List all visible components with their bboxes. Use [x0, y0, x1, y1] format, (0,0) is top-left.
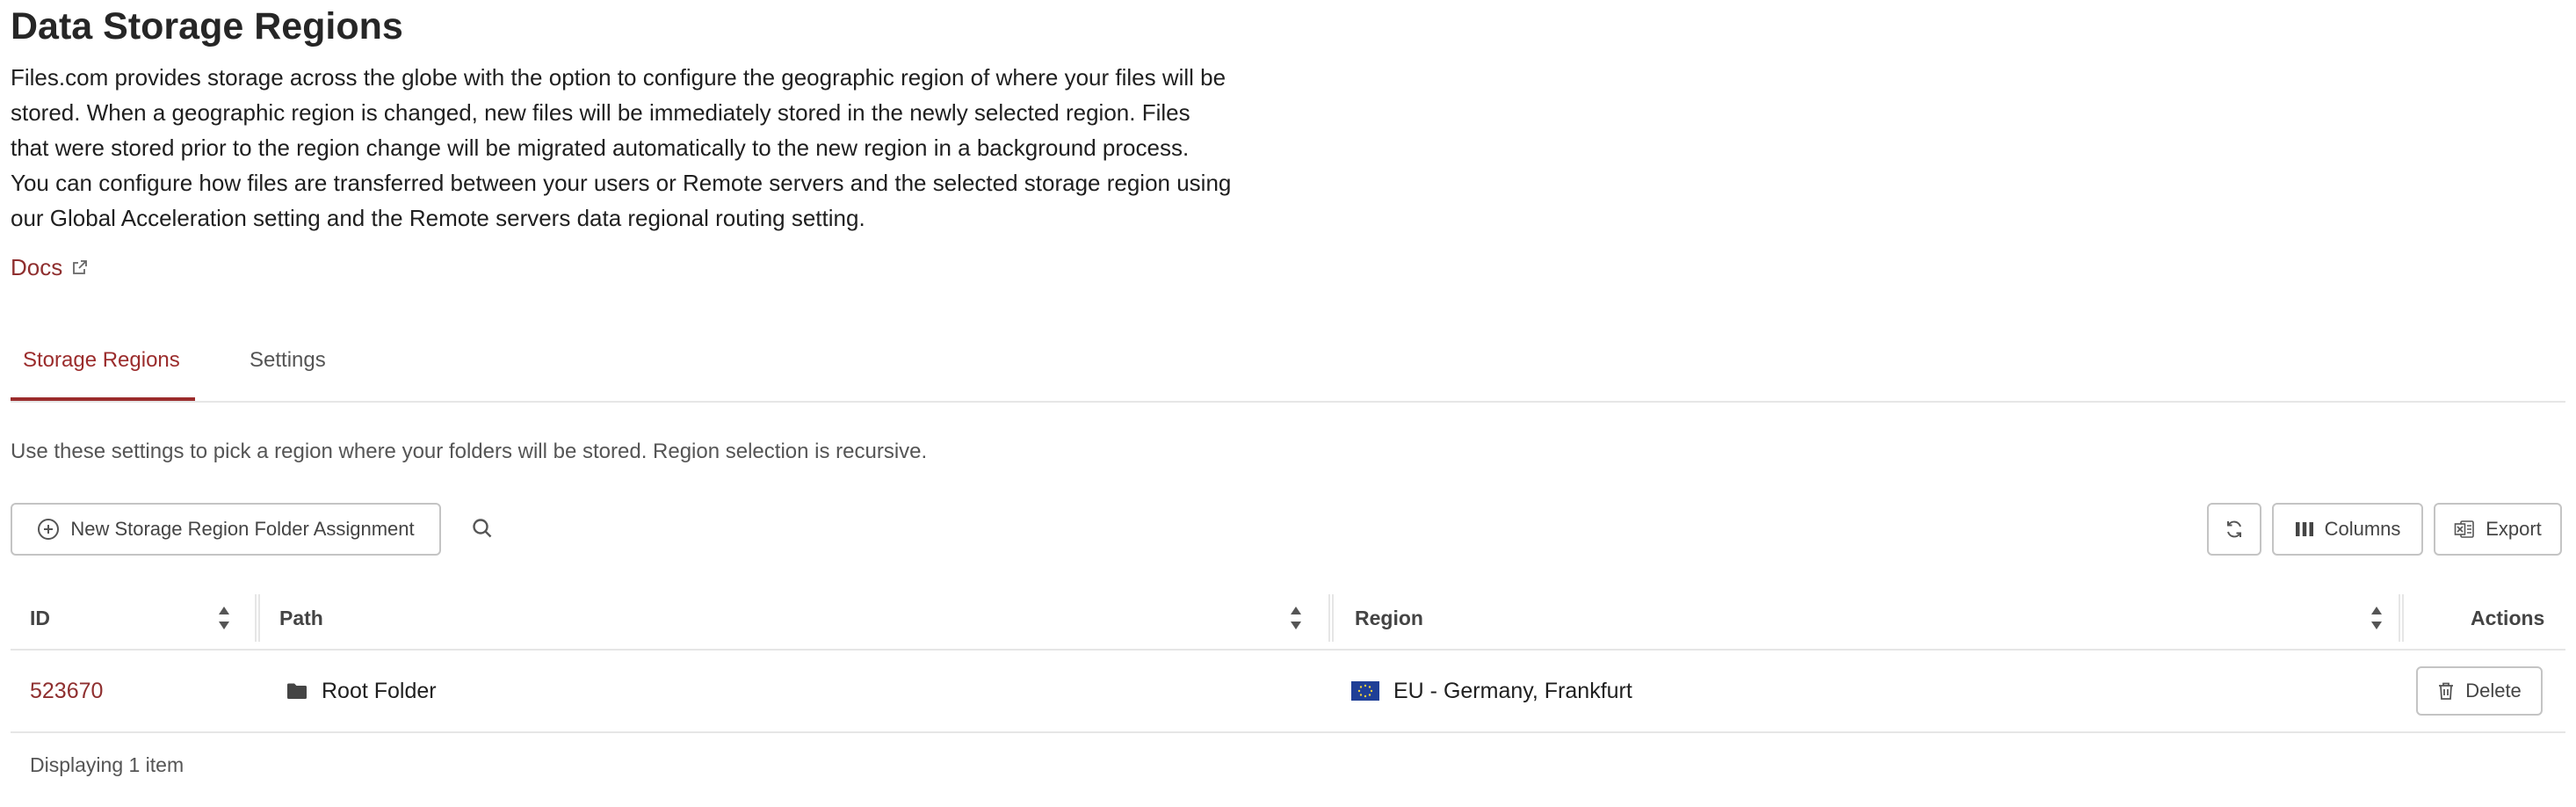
column-header-id[interactable]: ID	[30, 587, 50, 649]
table-header: ID Path Region Actions	[11, 587, 2565, 651]
page-description: Files.com provides storage across the gl…	[11, 64, 1232, 231]
export-label: Export	[2486, 518, 2542, 540]
new-storage-region-button[interactable]: New Storage Region Folder Assignment	[11, 503, 441, 556]
plus-circle-icon	[38, 519, 60, 540]
column-resizer[interactable]	[2399, 594, 2404, 642]
row-path-label: Root Folder	[322, 678, 437, 703]
sort-icon[interactable]	[2370, 605, 2383, 631]
tab-bar: Storage Regions Settings	[11, 334, 2565, 403]
columns-icon	[2295, 522, 2313, 536]
row-path: Root Folder	[286, 651, 437, 731]
folder-icon	[287, 683, 307, 699]
sort-icon[interactable]	[1290, 605, 1302, 631]
columns-button[interactable]: Columns	[2272, 503, 2423, 556]
column-resizer[interactable]	[1328, 594, 1334, 642]
trash-icon	[2439, 682, 2454, 700]
column-resizer[interactable]	[255, 594, 260, 642]
docs-link-label: Docs	[11, 254, 63, 280]
table-row: 523670 Root Folder EU - Germany, Frankfu…	[11, 651, 2565, 733]
export-button[interactable]: Export	[2434, 503, 2562, 556]
external-link-icon	[73, 260, 88, 274]
sort-icon[interactable]	[218, 605, 230, 631]
column-header-actions: Actions	[2471, 606, 2545, 629]
columns-label: Columns	[2324, 518, 2401, 540]
refresh-button[interactable]	[2207, 503, 2261, 556]
excel-icon	[2454, 520, 2475, 538]
tab-storage-regions[interactable]: Storage Regions	[11, 334, 195, 401]
page: Data Storage Regions Files.com provides …	[0, 0, 2576, 807]
page-title: Data Storage Regions	[11, 5, 403, 47]
refresh-icon	[2227, 520, 2241, 538]
eu-flag-icon	[1351, 681, 1379, 701]
delete-label: Delete	[2465, 680, 2522, 702]
docs-link[interactable]: Docs	[11, 251, 89, 283]
row-id-link[interactable]: 523670	[30, 651, 103, 731]
help-text: Use these settings to pick a region wher…	[11, 440, 928, 463]
delete-button[interactable]: Delete	[2416, 666, 2543, 716]
row-id[interactable]: 523670	[30, 679, 103, 704]
search-icon[interactable]	[471, 517, 494, 540]
column-header-region[interactable]: Region	[1355, 587, 1423, 649]
row-region: EU - Germany, Frankfurt	[1351, 651, 1632, 731]
column-header-path[interactable]: Path	[279, 587, 323, 649]
row-region-label: EU - Germany, Frankfurt	[1393, 678, 1632, 703]
new-storage-region-label: New Storage Region Folder Assignment	[70, 518, 415, 540]
tab-settings[interactable]: Settings	[237, 334, 351, 401]
table-footer: Displaying 1 item	[30, 753, 185, 776]
